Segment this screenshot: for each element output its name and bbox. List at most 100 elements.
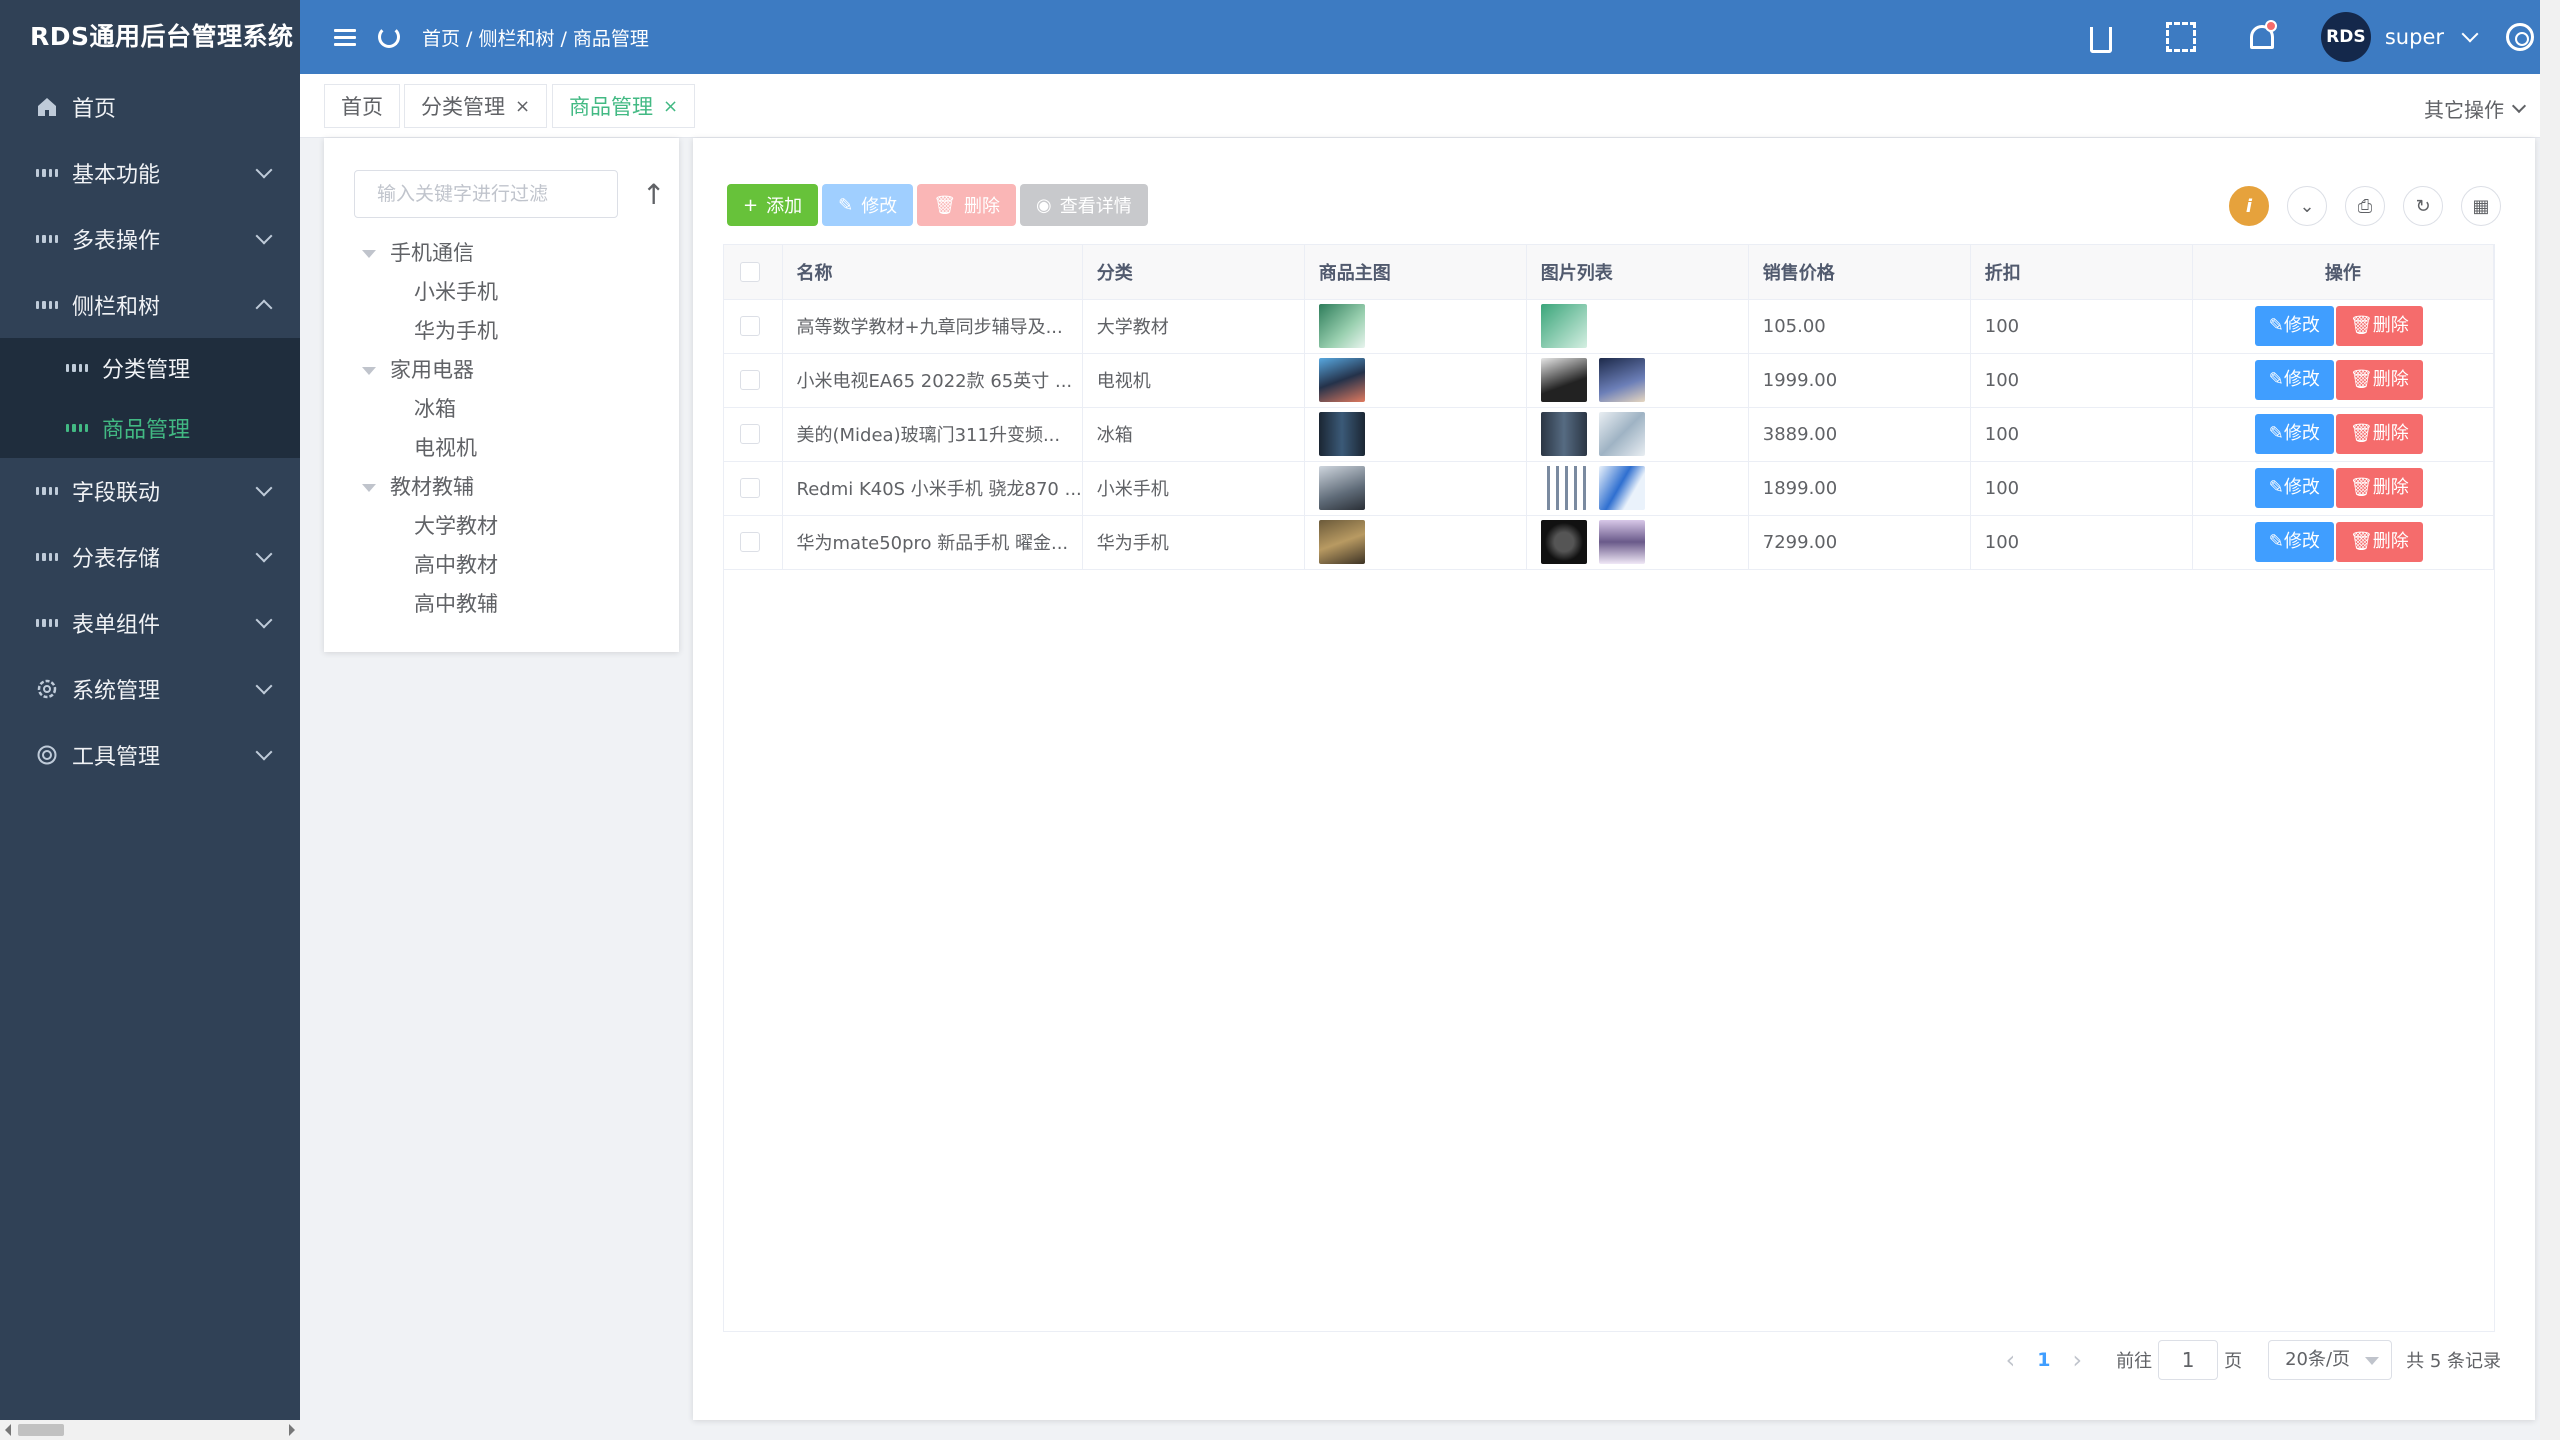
sidebar-item-form-components[interactable]: 表单组件	[0, 590, 300, 656]
refresh-icon[interactable]	[378, 26, 400, 48]
sidebar-subitem-category[interactable]: 分类管理	[0, 338, 300, 398]
chevron-down-icon[interactable]: ⌄	[2287, 186, 2327, 226]
product-thumbnail[interactable]	[1540, 520, 1587, 564]
table-row[interactable]: 华为mate50pro 新品手机 曜金... 华为手机 7299.00 100 …	[724, 515, 2495, 570]
sidebar-item-home[interactable]: 首页	[0, 74, 300, 140]
close-icon[interactable]: ×	[663, 96, 678, 117]
tree-node[interactable]: 小米手机	[362, 273, 498, 312]
tab-home[interactable]: 首页	[324, 84, 400, 128]
sidebar-item-multi-table[interactable]: 多表操作	[0, 206, 300, 272]
caret-down-icon[interactable]	[362, 249, 376, 258]
goto-page-input[interactable]: 1	[2158, 1340, 2219, 1380]
product-thumbnail[interactable]	[1318, 304, 1365, 348]
button-label: 删除	[2372, 477, 2409, 498]
page-scrollbar[interactable]	[2540, 0, 2560, 1440]
tree-node[interactable]: 高中教辅	[362, 585, 498, 624]
bell-icon[interactable]	[2249, 20, 2277, 49]
other-operations-dropdown[interactable]: 其它操作	[2424, 94, 2527, 123]
sidebar-scrollbar[interactable]	[0, 1420, 300, 1440]
sidebar-item-sharding[interactable]: 分表存储	[0, 524, 300, 590]
print-icon[interactable]: ⎙	[2345, 186, 2385, 226]
product-thumbnail[interactable]	[1318, 520, 1365, 564]
page-size-select[interactable]: 20条/页	[2268, 1340, 2393, 1380]
tree-filter-input[interactable]: 输入关键字进行过滤	[354, 170, 618, 218]
tree-node[interactable]: 冰箱	[362, 390, 498, 429]
sidebar-subitem-product[interactable]: 商品管理	[0, 398, 300, 458]
product-thumbnail[interactable]	[1598, 466, 1645, 510]
tab-label: 分类管理	[421, 95, 505, 119]
sidebar-item-field-linkage[interactable]: 字段联动	[0, 458, 300, 524]
other-operations-label: 其它操作	[2424, 98, 2504, 122]
breadcrumb-item[interactable]: 首页	[422, 24, 460, 51]
info-icon[interactable]: i	[2229, 186, 2269, 226]
sidebar-item-tools[interactable]: 工具管理	[0, 722, 300, 788]
select-all-checkbox[interactable]	[740, 261, 760, 282]
product-thumbnail[interactable]	[1318, 412, 1365, 456]
product-thumbnail[interactable]	[1540, 412, 1587, 456]
row-delete-button[interactable]: 🗑删除	[2335, 414, 2423, 454]
gear-icon[interactable]	[2506, 23, 2534, 51]
next-page-icon[interactable]: ›	[2072, 1346, 2082, 1374]
columns-icon[interactable]: ▦	[2461, 186, 2501, 226]
row-edit-button[interactable]: ✎修改	[2254, 360, 2334, 400]
product-thumbnail[interactable]	[1318, 358, 1365, 402]
product-thumbnail[interactable]	[1598, 520, 1645, 564]
edit-button[interactable]: ✎ 修改	[822, 184, 914, 226]
row-checkbox[interactable]	[740, 478, 760, 498]
tree-node[interactable]: 大学教材	[362, 507, 498, 546]
row-edit-button[interactable]: ✎修改	[2254, 522, 2334, 562]
tree-node[interactable]: 家用电器	[362, 351, 498, 390]
tab-category[interactable]: 分类管理 ×	[404, 84, 548, 128]
product-thumbnail[interactable]	[1540, 466, 1587, 510]
chevron-down-icon[interactable]	[2461, 25, 2479, 43]
page-number[interactable]: 1	[2037, 1349, 2050, 1371]
row-delete-button[interactable]: 🗑删除	[2335, 468, 2423, 508]
scroll-left-icon[interactable]	[5, 1424, 11, 1436]
sidebar-item-sidebar-tree[interactable]: 侧栏和树	[0, 272, 300, 338]
product-thumbnail[interactable]	[1540, 304, 1587, 348]
product-thumbnail[interactable]	[1598, 412, 1645, 456]
tab-product[interactable]: 商品管理 ×	[552, 84, 696, 128]
table-row[interactable]: Redmi K40S 小米手机 骁龙870 ... 小米手机 1899.00 1…	[724, 461, 2495, 516]
sidebar-item-system[interactable]: 系统管理	[0, 656, 300, 722]
row-checkbox[interactable]	[740, 316, 760, 336]
fullscreen-icon[interactable]	[2165, 22, 2196, 52]
row-checkbox[interactable]	[740, 370, 760, 390]
row-checkbox[interactable]	[740, 532, 760, 552]
delete-button[interactable]: 🗑 删除	[917, 184, 1017, 226]
row-delete-button[interactable]: 🗑删除	[2335, 522, 2423, 562]
table-row[interactable]: 小米电视EA65 2022款 65英寸 ... 电视机 1999.00 100 …	[724, 353, 2495, 408]
breadcrumb-item[interactable]: / 侧栏和树	[466, 24, 554, 51]
row-edit-button[interactable]: ✎修改	[2254, 468, 2334, 508]
hamburger-icon[interactable]	[334, 25, 356, 50]
view-details-button[interactable]: ◉ 查看详情	[1020, 184, 1148, 226]
table-row[interactable]: 美的(Midea)玻璃门311升变频... 冰箱 3889.00 100 ✎修改…	[724, 407, 2495, 462]
row-edit-button[interactable]: ✎修改	[2254, 306, 2334, 346]
trash-icon[interactable]	[2089, 27, 2112, 53]
row-checkbox[interactable]	[740, 424, 760, 444]
caret-down-icon[interactable]	[362, 483, 376, 492]
product-thumbnail[interactable]	[1318, 466, 1365, 510]
username[interactable]: super	[2385, 25, 2444, 49]
arrow-up-icon[interactable]: ↑	[642, 178, 665, 211]
row-delete-button[interactable]: 🗑删除	[2335, 306, 2423, 346]
add-button[interactable]: + 添加	[727, 184, 819, 226]
avatar[interactable]: RDS	[2320, 12, 2371, 62]
tree-node[interactable]: 高中教材	[362, 546, 498, 585]
refresh-icon[interactable]: ↻	[2403, 186, 2443, 226]
sidebar-item-basic[interactable]: 基本功能	[0, 140, 300, 206]
row-edit-button[interactable]: ✎修改	[2254, 414, 2334, 454]
tree-node[interactable]: 手机通信	[362, 234, 498, 273]
row-delete-button[interactable]: 🗑删除	[2335, 360, 2423, 400]
tree-node[interactable]: 华为手机	[362, 312, 498, 351]
scroll-thumb[interactable]	[18, 1424, 64, 1436]
tree-node[interactable]: 教材教辅	[362, 468, 498, 507]
caret-down-icon[interactable]	[362, 366, 376, 375]
prev-page-icon[interactable]: ‹	[2006, 1346, 2016, 1374]
product-thumbnail[interactable]	[1598, 358, 1645, 402]
product-thumbnail[interactable]	[1540, 358, 1587, 402]
table-row[interactable]: 高等数学教材+九章同步辅导及... 大学教材 105.00 100 ✎修改 🗑删除	[724, 299, 2495, 354]
close-icon[interactable]: ×	[515, 96, 530, 117]
scroll-right-icon[interactable]	[289, 1424, 295, 1436]
tree-node[interactable]: 电视机	[362, 429, 498, 468]
